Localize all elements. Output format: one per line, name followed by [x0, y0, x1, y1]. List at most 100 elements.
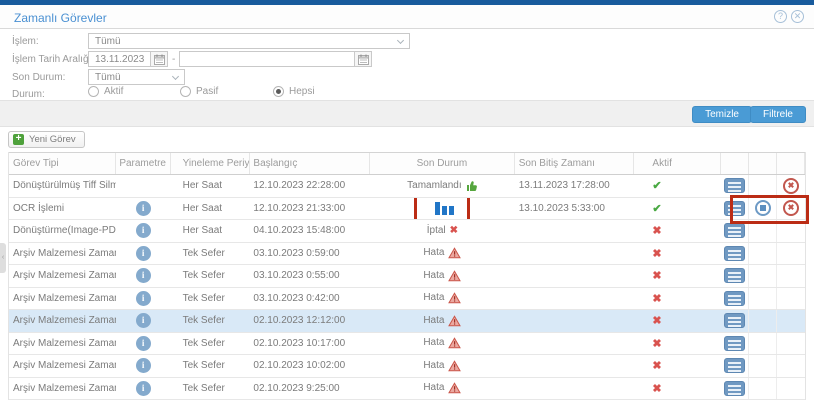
table-body: Dönüştürülmüş Tiff Silme i Her Saat 12.1… — [9, 175, 805, 400]
table-row[interactable]: Arşiv Malzemesi Zaman Da... i Tek Sefer … — [9, 288, 805, 311]
details-button[interactable] — [724, 246, 745, 261]
table-header-row: Görev Tipi Parametre Yineleme Periyodu B… — [9, 152, 805, 175]
status-text: Hata — [423, 243, 444, 265]
son-durum-select[interactable]: Tümü — [88, 69, 185, 85]
durum-radio-aktif[interactable]: Aktif — [88, 86, 123, 97]
table-row[interactable]: Arşiv Malzemesi Zaman Da... i Tek Sefer … — [9, 243, 805, 266]
period-cell: Tek Sefer — [171, 378, 251, 400]
task-type-cell: Arşiv Malzemesi Zaman Da... — [9, 378, 116, 400]
yeni-gorev-button[interactable]: + Yeni Görev — [8, 131, 85, 148]
header-gorev-tipi[interactable]: Görev Tipi — [9, 153, 116, 174]
status-text: İptal — [427, 220, 446, 242]
table-row[interactable]: Dönüştürülmüş Tiff Silme i Her Saat 12.1… — [9, 175, 805, 198]
header-parametre[interactable]: Parametre — [116, 153, 171, 174]
info-icon[interactable]: i — [136, 336, 151, 351]
date-from-input[interactable]: 13.11.2023 — [88, 51, 168, 67]
panel-titlebar: Zamanlı Görevler ? ✕ — [0, 5, 814, 29]
calendar-icon[interactable] — [150, 52, 167, 66]
son-durum-label: Son Durum: — [12, 72, 65, 83]
period-cell: Her Saat — [171, 198, 251, 220]
header-son-bitis[interactable]: Son Bitiş Zamanı — [515, 153, 635, 174]
table-row[interactable]: Arşiv Malzemesi Zaman Da... i Tek Sefer … — [9, 310, 805, 333]
filter-actions-bar: Temizle Filtrele — [0, 100, 814, 127]
warning-icon — [448, 360, 461, 372]
parameter-cell: i — [116, 355, 171, 377]
table-row[interactable]: Arşiv Malzemesi Zaman Da... i Tek Sefer … — [9, 355, 805, 378]
end-time-cell — [515, 288, 635, 310]
status-cell: Hata — [370, 243, 515, 265]
durum-radio-pasif[interactable]: Pasif — [180, 86, 218, 97]
durum-radio-hepsi[interactable]: Hepsi — [273, 86, 315, 97]
radio-icon — [273, 86, 284, 97]
info-icon[interactable]: i — [136, 291, 151, 306]
status-text: Hata — [423, 378, 444, 400]
islem-select[interactable]: Tümü — [88, 33, 410, 49]
date-to-input[interactable] — [179, 51, 372, 67]
end-time-cell — [515, 378, 635, 400]
details-button[interactable] — [724, 178, 745, 193]
table-row[interactable]: OCR İşlemi i Her Saat 12.10.2023 21:33:0… — [9, 198, 805, 221]
tasks-table: Görev Tipi Parametre Yineleme Periyodu B… — [8, 152, 806, 400]
status-highlight-box — [414, 198, 470, 220]
period-cell: Tek Sefer — [171, 288, 251, 310]
thumbs-up-icon — [466, 180, 478, 192]
task-type-cell: Arşiv Malzemesi Zaman Da... — [9, 310, 116, 332]
status-text: Hata — [423, 333, 444, 355]
status-cell: Hata — [370, 265, 515, 287]
cancel-button[interactable]: ✖ — [783, 178, 799, 194]
info-icon[interactable]: i — [136, 201, 151, 216]
header-yineleme[interactable]: Yineleme Periyodu — [171, 153, 251, 174]
plus-icon: + — [13, 134, 24, 145]
details-button[interactable] — [724, 268, 745, 283]
status-cell: Hata — [370, 288, 515, 310]
warning-icon — [448, 337, 461, 349]
info-icon[interactable]: i — [136, 381, 151, 396]
parameter-cell: i — [116, 310, 171, 332]
details-button[interactable] — [724, 313, 745, 328]
start-time-cell: 02.10.2023 9:25:00 — [250, 378, 370, 400]
warning-icon — [448, 292, 461, 304]
panel-collapse-handle[interactable]: ‹ — [0, 243, 6, 273]
chevron-down-icon — [172, 73, 179, 80]
active-cell: ✖ — [634, 288, 721, 310]
chevron-down-icon — [397, 37, 404, 44]
actions-highlight-box — [777, 198, 805, 220]
header-son-durum[interactable]: Son Durum — [370, 153, 515, 174]
details-button[interactable] — [724, 291, 745, 306]
status-cell: Tamamlandı — [370, 175, 515, 197]
info-icon[interactable]: i — [136, 358, 151, 373]
calendar-icon[interactable] — [354, 52, 371, 66]
header-baslangic[interactable]: Başlangıç — [250, 153, 370, 174]
info-icon[interactable]: i — [136, 223, 151, 238]
parameter-cell: i — [116, 220, 171, 242]
period-cell: Tek Sefer — [171, 243, 251, 265]
active-cell: ✖ — [634, 333, 721, 355]
close-icon[interactable]: ✕ — [791, 10, 804, 23]
details-button[interactable] — [724, 358, 745, 373]
temizle-button[interactable]: Temizle — [692, 106, 752, 123]
help-icon[interactable]: ? — [774, 10, 787, 23]
details-button[interactable] — [724, 223, 745, 238]
filtrele-button[interactable]: Filtrele — [750, 106, 806, 123]
header-aktif[interactable]: Aktif — [634, 153, 721, 174]
active-cell: ✖ — [634, 378, 721, 400]
details-button[interactable] — [724, 381, 745, 396]
period-cell: Her Saat — [171, 175, 251, 197]
header-stop-column — [749, 153, 777, 174]
info-icon[interactable]: i — [136, 313, 151, 328]
table-row[interactable]: Arşiv Malzemesi Zaman Da... i Tek Sefer … — [9, 378, 805, 401]
warning-icon — [448, 315, 461, 327]
info-icon[interactable]: i — [136, 246, 151, 261]
table-row[interactable]: Arşiv Malzemesi Zaman Da... i Tek Sefer … — [9, 333, 805, 356]
details-button[interactable] — [724, 336, 745, 351]
date-range-separator: - — [172, 54, 175, 65]
table-row[interactable]: Dönüştürme(Image-PDF) i Her Saat 04.10.2… — [9, 220, 805, 243]
active-cell: ✖ — [634, 243, 721, 265]
active-cell: ✔ — [634, 198, 721, 220]
warning-icon — [448, 270, 461, 282]
info-icon[interactable]: i — [136, 268, 151, 283]
status-cell: İptal ✖ — [370, 220, 515, 242]
status-text: Hata — [423, 265, 444, 287]
table-row[interactable]: Arşiv Malzemesi Zaman Da... i Tek Sefer … — [9, 265, 805, 288]
son-durum-select-value: Tümü — [95, 72, 121, 83]
